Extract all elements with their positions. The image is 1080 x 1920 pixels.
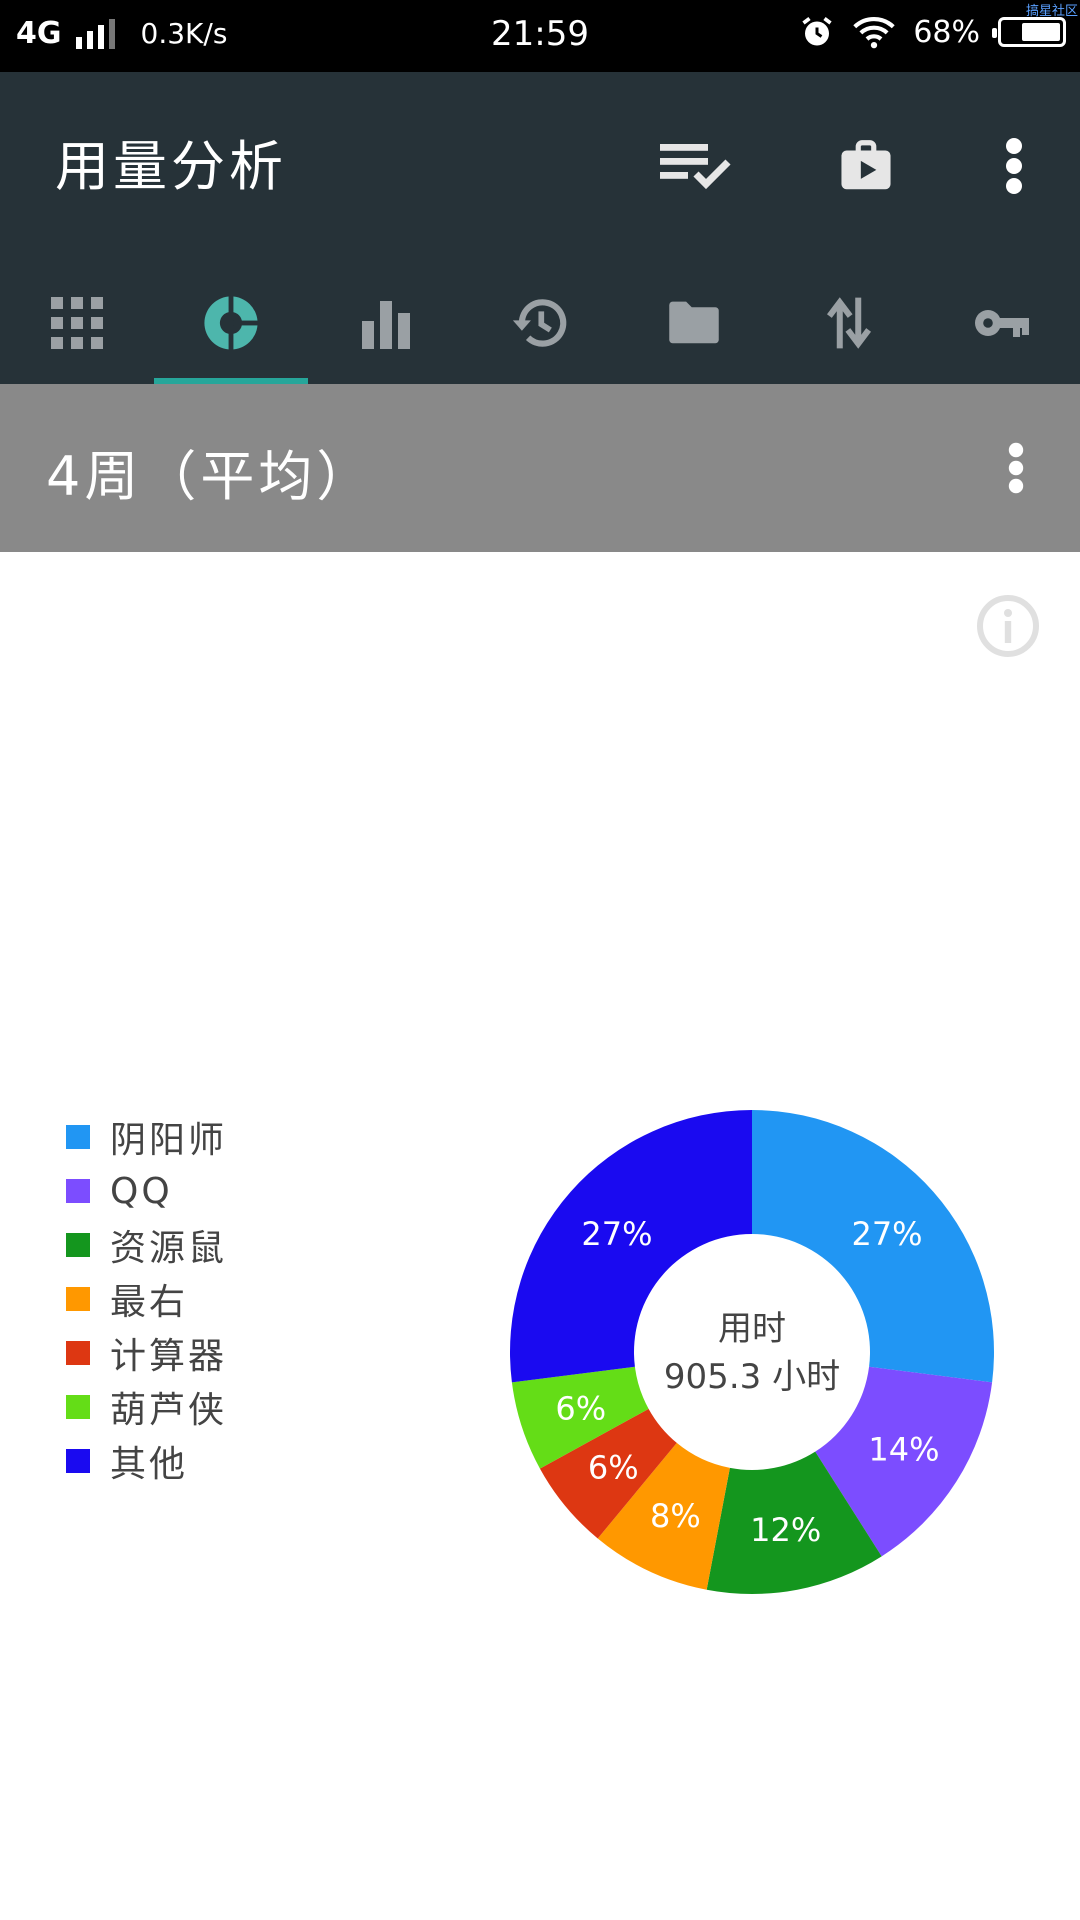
wifi-icon xyxy=(853,16,896,49)
legend-label: 计算器 xyxy=(110,1336,228,1377)
legend-label: 资源鼠 xyxy=(110,1228,228,1269)
usage-donut-chart: 27% 14% 12% 8% 6% 6% 27% 用时 905.3 小时 xyxy=(510,1110,994,1594)
slice-percent-label: 27% xyxy=(581,1215,652,1253)
legend-swatch xyxy=(66,1449,90,1473)
legend-swatch xyxy=(66,1125,90,1149)
more-vert-icon xyxy=(1006,138,1022,194)
store-button[interactable] xyxy=(826,126,906,206)
tab-bar xyxy=(0,262,1080,384)
tab-history[interactable] xyxy=(463,262,617,384)
swap-vertical-icon xyxy=(826,297,871,349)
pie-chart-icon xyxy=(204,294,261,352)
legend-label: 其他 xyxy=(110,1444,189,1485)
battery-percent: 68% xyxy=(913,14,980,50)
apps-grid-icon xyxy=(51,297,104,349)
legend-item: QQ xyxy=(66,1164,227,1218)
history-icon xyxy=(512,299,567,347)
center-title: 用时 xyxy=(718,1309,786,1349)
page-title: 用量分析 xyxy=(55,135,287,198)
center-total: 905.3 小时 xyxy=(664,1357,840,1397)
tab-folder[interactable] xyxy=(617,262,771,384)
slice-percent-label: 12% xyxy=(750,1511,821,1549)
legend-label: 阴阳师 xyxy=(110,1120,228,1161)
tab-apps[interactable] xyxy=(0,262,154,384)
tab-permissions[interactable] xyxy=(926,262,1080,384)
legend-item: 葫芦侠 xyxy=(66,1380,227,1434)
watermark: 搞星社区 xyxy=(1025,4,1078,19)
legend-item: 阴阳师 xyxy=(66,1110,227,1164)
legend-label: QQ xyxy=(110,1170,173,1212)
checklist-icon xyxy=(660,144,731,190)
tab-pie-chart[interactable] xyxy=(154,262,308,384)
period-bar: 4周（平均） xyxy=(0,384,1080,552)
legend-swatch xyxy=(66,1287,90,1311)
period-more-button[interactable] xyxy=(988,428,1044,508)
legend-item: 计算器 xyxy=(66,1326,227,1380)
slice-percent-label: 6% xyxy=(555,1390,606,1428)
battery-fill xyxy=(1021,23,1060,41)
bar-chart-icon xyxy=(361,301,410,349)
tab-transfer[interactable] xyxy=(771,262,925,384)
legend-swatch xyxy=(66,1179,90,1203)
slice-percent-label: 14% xyxy=(868,1430,939,1468)
legend-label: 最右 xyxy=(110,1282,189,1323)
chart-legend: 阴阳师 QQ 资源鼠最右计算器葫芦侠其他 xyxy=(66,1110,227,1488)
app-bar: 用量分析 xyxy=(0,72,1080,384)
folder-icon xyxy=(669,301,720,344)
tab-bar-chart[interactable] xyxy=(309,262,463,384)
alarm-icon xyxy=(802,17,832,46)
play-store-icon xyxy=(841,140,891,190)
status-bar: 4G 0.3K/s 21:59 68% 搞星社区 xyxy=(0,0,1080,72)
slice-percent-label: 27% xyxy=(851,1215,922,1253)
key-icon xyxy=(974,310,1029,337)
battery-icon xyxy=(992,17,1066,47)
legend-item: 资源鼠 xyxy=(66,1218,227,1272)
checklist-button[interactable] xyxy=(656,126,736,206)
legend-swatch xyxy=(66,1233,90,1257)
period-label[interactable]: 4周（平均） xyxy=(46,432,374,511)
legend-item: 其他 xyxy=(66,1434,227,1488)
legend-label: 葫芦侠 xyxy=(110,1390,228,1431)
info-icon xyxy=(977,595,1039,657)
more-vert-icon xyxy=(1008,442,1024,494)
slice-percent-label: 8% xyxy=(650,1497,701,1535)
legend-swatch xyxy=(66,1341,90,1365)
legend-swatch xyxy=(66,1395,90,1419)
info-button[interactable] xyxy=(976,594,1040,658)
status-right: 68% xyxy=(799,14,1066,50)
slice-percent-label: 6% xyxy=(588,1449,639,1487)
legend-item: 最右 xyxy=(66,1272,227,1326)
more-options-button[interactable] xyxy=(974,126,1054,206)
